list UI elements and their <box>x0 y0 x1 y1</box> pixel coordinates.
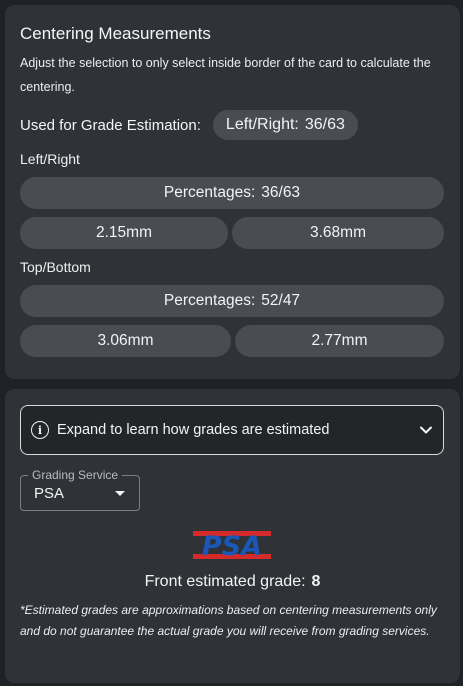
top-bottom-percentages[interactable]: Percentages: 52/47 <box>20 285 444 317</box>
grading-service-legend: Grading Service <box>28 468 123 482</box>
grade-estimation-label: Used for Grade Estimation: <box>20 116 201 134</box>
info-icon: i <box>31 421 49 439</box>
front-estimated-grade: Front estimated grade: 8 <box>5 573 460 591</box>
grading-panel: i Expand to learn how grades are estimat… <box>5 389 460 683</box>
left-right-label: Left/Right <box>20 151 80 167</box>
centering-title: Centering Measurements <box>20 24 211 43</box>
right-border-mm[interactable]: 3.68mm <box>232 217 444 249</box>
left-right-percent-value: 36/63 <box>261 184 301 201</box>
centering-panel: Centering Measurements Adjust the select… <box>5 5 460 379</box>
centering-instructions: Adjust the selection to only select insi… <box>20 56 431 94</box>
bottom-border-mm[interactable]: 2.77mm <box>235 325 444 357</box>
expander-label: Expand to learn how grades are estimated <box>57 422 330 438</box>
top-bottom-percent-value: 52/47 <box>261 292 301 309</box>
psa-logo-text: PSA <box>202 531 262 561</box>
psa-logo: PSA <box>193 531 271 561</box>
top-border-mm[interactable]: 3.06mm <box>20 325 231 357</box>
left-right-percentages[interactable]: Percentages: 36/63 <box>20 177 444 209</box>
grading-service-value: PSA <box>34 485 65 502</box>
estimate-label: Front estimated grade: <box>144 573 306 590</box>
left-right-percent-label: Percentages: <box>163 184 256 201</box>
left-border-mm[interactable]: 2.15mm <box>20 217 228 249</box>
top-bottom-label: Top/Bottom <box>20 259 91 275</box>
grading-service-select[interactable]: Grading Service PSA <box>20 468 140 511</box>
disclaimer-text: *Estimated grades are approximations bas… <box>20 603 437 638</box>
top-bottom-percent-label: Percentages: <box>163 292 256 309</box>
caret-down-icon <box>115 491 125 496</box>
chevron-down-icon[interactable] <box>419 423 433 437</box>
estimate-value: 8 <box>311 573 321 590</box>
grade-estimation-key: Left/Right: <box>225 116 299 133</box>
grade-estimation-chip[interactable]: Left/Right: 36/63 <box>212 110 358 140</box>
grade-estimation-value: 36/63 <box>304 116 345 133</box>
grade-info-expander[interactable]: i Expand to learn how grades are estimat… <box>20 405 444 455</box>
grade-estimation-row: Used for Grade Estimation: Left/Right: 3… <box>20 110 358 140</box>
